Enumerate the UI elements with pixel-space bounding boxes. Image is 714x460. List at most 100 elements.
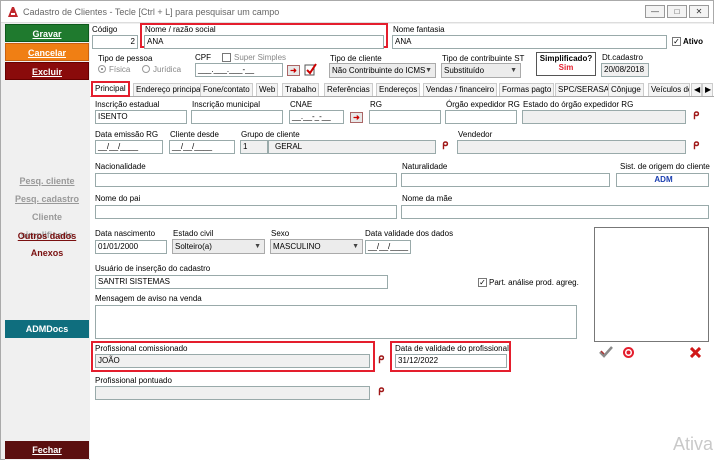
photo-box[interactable] — [594, 227, 709, 342]
grupo-name-field[interactable]: GERAL — [268, 140, 436, 154]
grupo-code-field[interactable]: 1 — [240, 140, 268, 154]
dt-cadastro-label: Dt.cadastro — [602, 53, 643, 62]
maximize-button[interactable]: □ — [667, 5, 687, 18]
sexo-select[interactable]: MASCULINO ▼ — [270, 239, 363, 254]
anexos-button[interactable]: Anexos — [5, 244, 89, 262]
tab-scroll-right[interactable]: ▶ — [702, 83, 713, 96]
nacionalidade-field[interactable] — [95, 173, 397, 187]
dt-cadastro-field[interactable]: 20/08/2018 — [601, 63, 649, 77]
pesq-cadastro-button[interactable]: Pesq. cadastro — [5, 190, 89, 208]
key-icon[interactable]: ᑭ — [442, 141, 448, 152]
codigo-field[interactable]: 2 — [92, 35, 138, 49]
sist-origem-label: Sist. de origem do cliente — [620, 162, 710, 171]
insc-estadual-field[interactable]: ISENTO — [95, 110, 187, 124]
cliente-desde-label: Cliente desde — [170, 130, 219, 139]
validade-dados-label: Data validade dos dados — [365, 229, 454, 238]
gravar-button[interactable]: Gravar — [5, 24, 89, 42]
edit-check-icon[interactable] — [304, 62, 317, 76]
main-panel: Código 2 Nome / razão social ANA Nome fa… — [90, 23, 714, 460]
tab-vendas-financeiro[interactable]: Vendas / financeiro — [423, 83, 498, 96]
tab-web[interactable]: Web — [256, 83, 279, 96]
validade-dados-field[interactable]: __/__/____ — [365, 240, 411, 254]
naturalidade-field[interactable] — [401, 173, 610, 187]
tipo-cliente-select[interactable]: Não Contribuinte do ICMS ▼ — [329, 63, 436, 78]
estado-orgao-label: Estado do órgão expedidor RG — [523, 100, 634, 109]
tab-spc-serasa[interactable]: SPC/SERASA — [555, 83, 613, 96]
arrow-right-icon[interactable]: ➜ — [287, 65, 300, 76]
tab-bar: Principal Endereço principal Fone/contat… — [90, 81, 714, 97]
estado-civil-label: Estado civil — [173, 229, 214, 238]
sexo-value: MASCULINO — [273, 242, 321, 251]
vendedor-field[interactable] — [457, 140, 686, 154]
validade-prof-field[interactable]: 31/12/2022 — [395, 354, 507, 368]
insc-municipal-field[interactable] — [191, 110, 283, 124]
data-emissao-field[interactable]: __/__/____ — [95, 140, 163, 154]
part-label: Part. análise prod. agreg. — [489, 278, 579, 287]
close-button[interactable]: ✕ — [689, 5, 709, 18]
cnae-field[interactable]: __.__-_-__ — [289, 110, 344, 124]
nacionalidade-label: Nacionalidade — [95, 162, 146, 171]
sist-origem-field[interactable]: ADM — [616, 173, 709, 187]
target-icon[interactable] — [622, 346, 635, 359]
key-icon[interactable]: ᑭ — [378, 387, 384, 398]
tab-fone-contato[interactable]: Fone/contato — [200, 83, 253, 96]
prof-comissionado-field[interactable]: JOÃO — [95, 354, 370, 368]
tipo-cliente-label: Tipo de cliente — [330, 54, 382, 63]
part-checkbox[interactable]: ✓ — [478, 278, 487, 287]
ativo-checkbox[interactable]: ✓ — [672, 37, 681, 46]
tipo-pessoa-label: Tipo de pessoa — [98, 54, 153, 63]
tab-endereco-principal[interactable]: Endereço principal — [133, 83, 206, 96]
tab-principal[interactable]: Principal — [91, 81, 130, 97]
tab-conjuge[interactable]: Cônjuge — [608, 83, 644, 96]
key-icon[interactable]: ᑭ — [693, 141, 699, 152]
fisica-radio[interactable] — [98, 65, 106, 73]
fantasia-field[interactable]: ANA — [392, 35, 667, 49]
app-icon — [8, 7, 18, 17]
outros-dados-button[interactable]: Outros dados — [5, 227, 89, 245]
chevron-down-icon: ▼ — [425, 67, 432, 74]
nome-field[interactable]: ANA — [144, 35, 384, 49]
cliente-desde-field[interactable]: __/__/____ — [169, 140, 235, 154]
mensagem-label: Mensagem de aviso na venda — [95, 294, 202, 303]
key-icon[interactable]: ᑭ — [378, 355, 384, 366]
mensagem-field[interactable] — [95, 305, 577, 339]
estado-orgao-field[interactable] — [522, 110, 686, 124]
estado-civil-select[interactable]: Solteiro(a) ▼ — [172, 239, 265, 254]
pai-label: Nome do pai — [95, 194, 141, 203]
tab-trabalho[interactable]: Trabalho — [282, 83, 320, 96]
arrow-right-icon[interactable]: ➜ — [350, 112, 363, 123]
tab-scroll-left[interactable]: ◀ — [691, 83, 702, 96]
activation-watermark: Ativa — [673, 434, 714, 454]
cpf-field[interactable]: ___.___.___-__ — [195, 63, 283, 77]
usuario-field[interactable]: SANTRI SISTEMAS — [95, 275, 388, 289]
fechar-button[interactable]: Fechar — [5, 441, 89, 459]
cliente-simplificado-button[interactable]: Cliente simplificado — [5, 208, 89, 240]
mae-field[interactable] — [401, 205, 709, 219]
tab-referencias[interactable]: Referências — [324, 83, 373, 96]
nascimento-field[interactable]: 01/01/2000 — [95, 240, 167, 254]
simplificado-label: Simplificado? — [539, 54, 593, 63]
pesq-cliente-button[interactable]: Pesq. cliente — [5, 172, 89, 190]
tipo-contrib-select[interactable]: Substituído ▼ — [441, 63, 521, 78]
tab-veiculos[interactable]: Veículos de — [648, 83, 690, 96]
rg-field[interactable] — [369, 110, 441, 124]
juridica-radio[interactable] — [142, 65, 150, 73]
admdocs-button[interactable]: ADMDocs — [5, 320, 89, 338]
mae-label: Nome da mãe — [402, 194, 453, 203]
excluir-button[interactable]: Excluir — [5, 62, 89, 80]
orgao-field[interactable] — [445, 110, 517, 124]
super-simples-checkbox[interactable] — [222, 53, 231, 62]
cancelar-button[interactable]: Cancelar — [5, 43, 89, 61]
prof-pontuado-field[interactable] — [95, 386, 370, 400]
key-icon[interactable]: ᑭ — [693, 111, 699, 122]
delete-icon[interactable] — [690, 347, 701, 358]
tab-formas-pagto[interactable]: Formas pagto — [499, 83, 555, 96]
tab-enderecos[interactable]: Endereços — [376, 83, 421, 96]
prof-comissionado-label: Profissional comissionado — [95, 344, 188, 353]
simplificado-box: Simplificado? Sim — [536, 52, 596, 76]
minimize-button[interactable]: — — [645, 5, 665, 18]
vendedor-label: Vendedor — [458, 130, 493, 139]
approve-icon[interactable] — [599, 346, 613, 358]
fantasia-label: Nome fantasia — [393, 25, 445, 34]
pai-field[interactable] — [95, 205, 397, 219]
